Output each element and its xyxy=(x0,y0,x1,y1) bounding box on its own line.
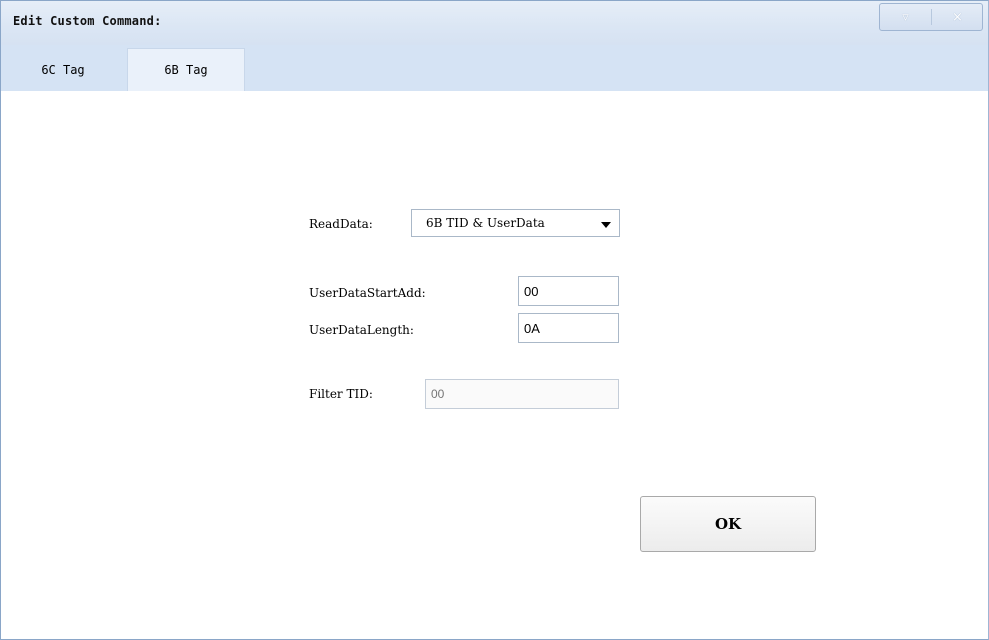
title-bar[interactable]: Edit Custom Command: ▿ × xyxy=(1,1,988,45)
user-data-start-add-label: UserDataStartAdd: xyxy=(309,286,426,300)
tab-6c-tag[interactable]: 6C Tag xyxy=(1,48,125,91)
user-data-length-input[interactable] xyxy=(518,313,619,343)
read-data-label: ReadData: xyxy=(309,217,373,231)
read-data-selected-value: 6B TID & UserData xyxy=(426,216,545,230)
user-data-length-label: UserDataLength: xyxy=(309,323,414,337)
close-icon[interactable]: × xyxy=(932,4,983,30)
edit-custom-command-dialog: Edit Custom Command: ▿ × 6C Tag 6B Tag R… xyxy=(0,0,989,640)
filter-tid-input xyxy=(425,379,619,409)
read-data-select[interactable]: 6B TID & UserData xyxy=(411,209,620,237)
window-controls: ▿ × xyxy=(879,3,983,31)
user-data-start-add-input[interactable] xyxy=(518,276,619,306)
tab-strip: 6C Tag 6B Tag xyxy=(1,45,988,91)
window-title: Edit Custom Command: xyxy=(13,14,162,28)
tab-6b-tag[interactable]: 6B Tag xyxy=(127,48,245,91)
ok-button[interactable]: OK xyxy=(640,496,816,552)
chevron-down-icon xyxy=(601,222,611,228)
tab-panel-6b: ReadData: 6B TID & UserData UserDataStar… xyxy=(1,91,988,639)
filter-tid-label: Filter TID: xyxy=(309,387,373,401)
minimize-icon[interactable]: ▿ xyxy=(880,4,931,30)
